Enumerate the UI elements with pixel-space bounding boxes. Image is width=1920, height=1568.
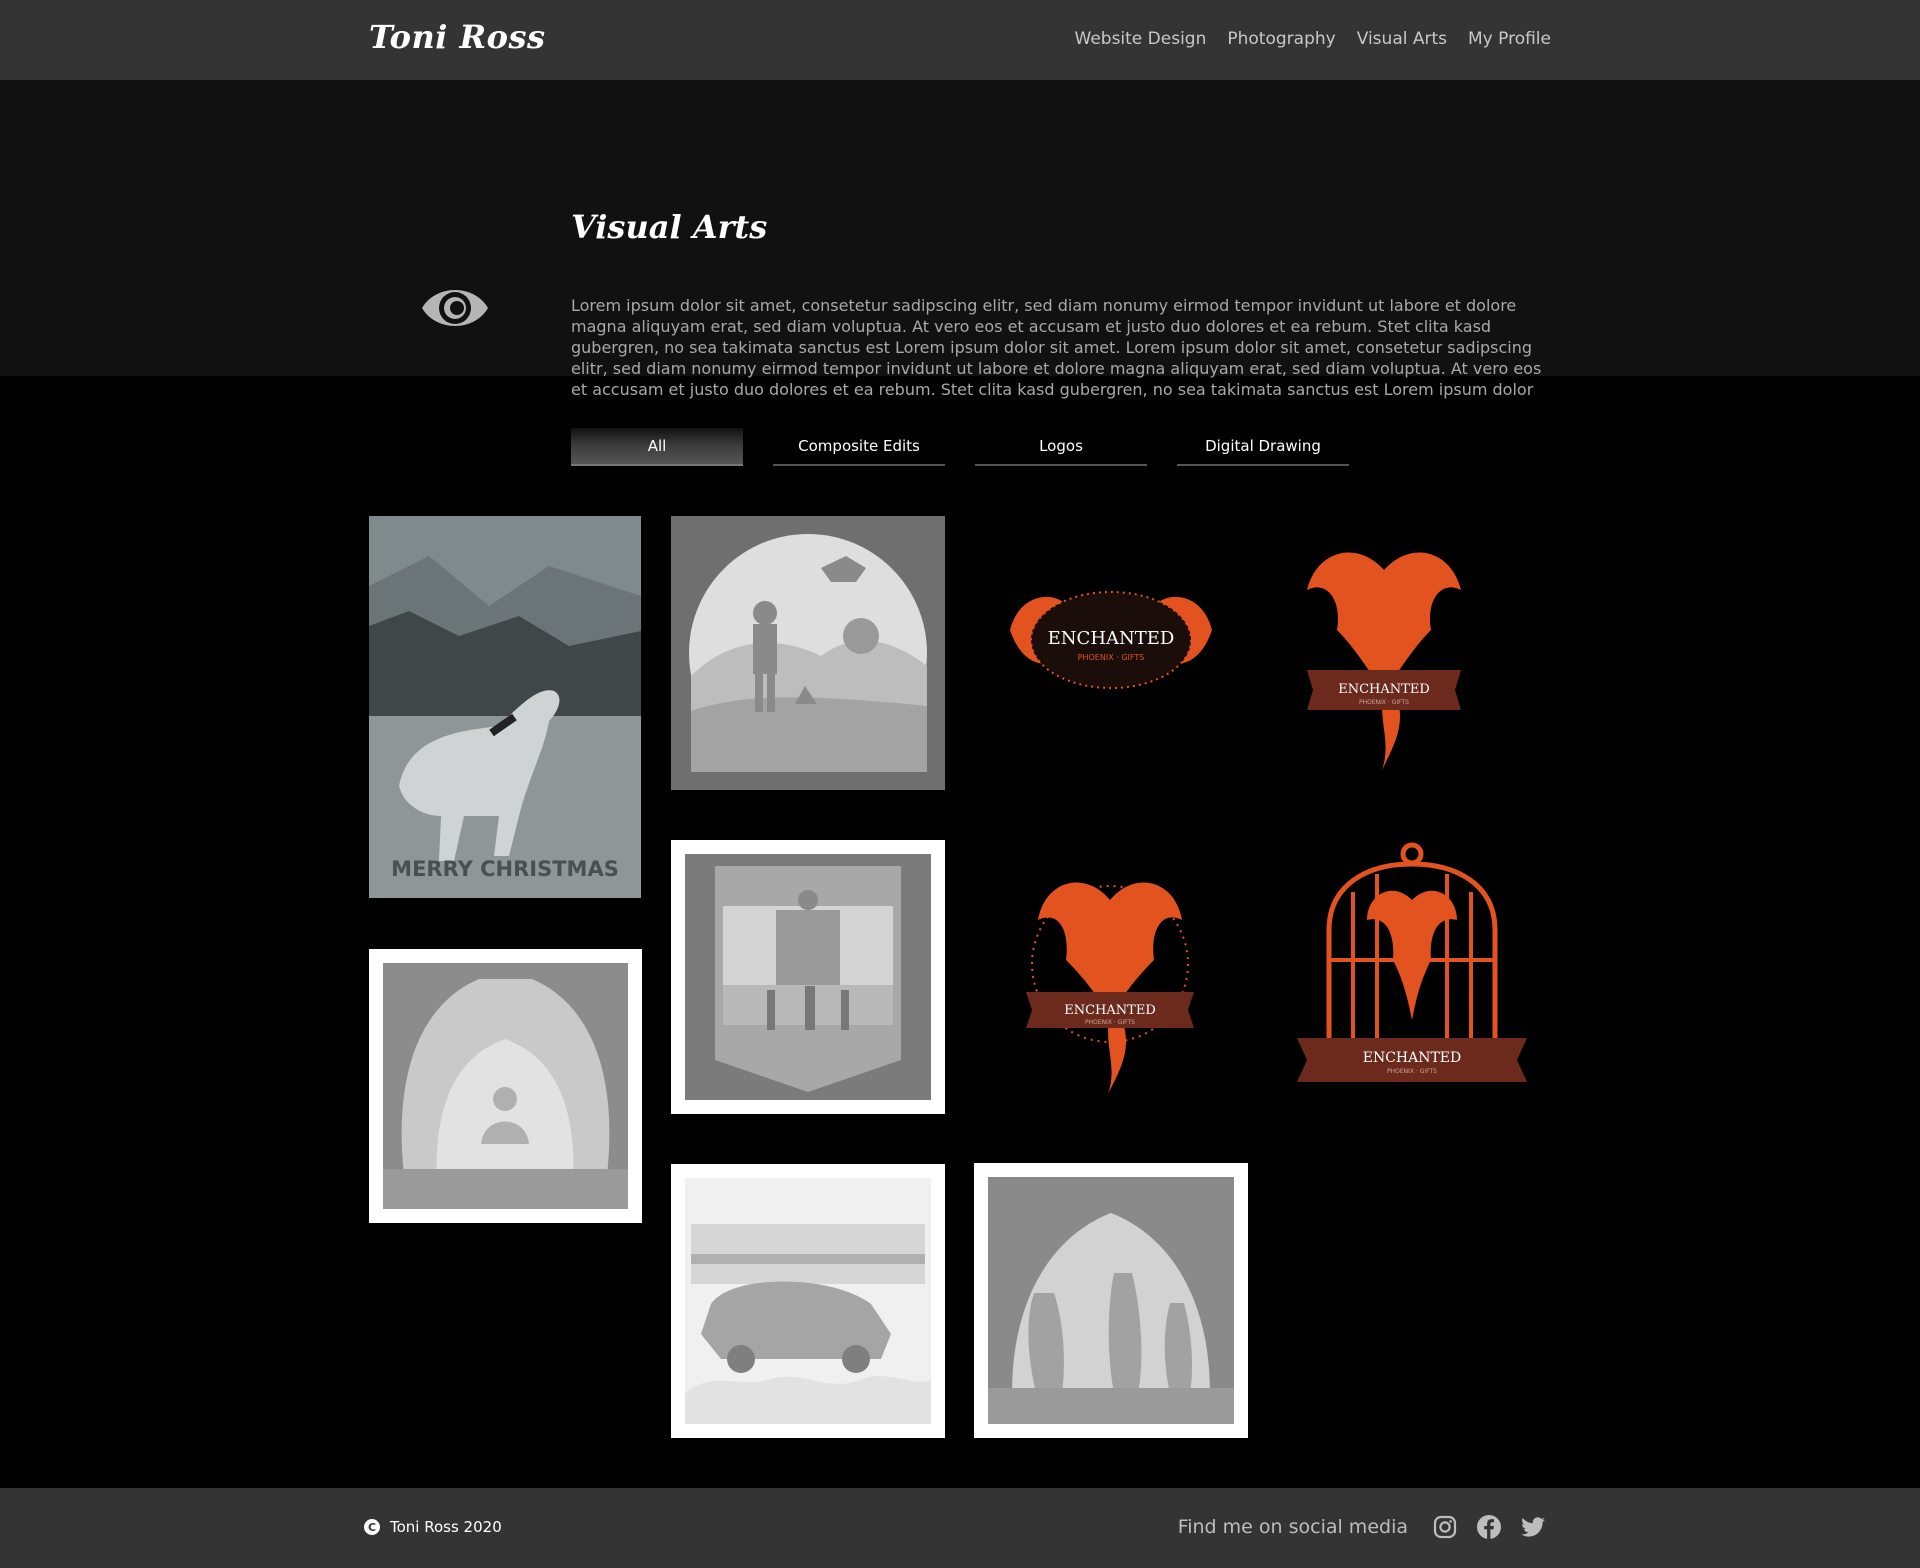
facebook-icon[interactable] <box>1476 1514 1502 1540</box>
eye-icon <box>422 290 488 326</box>
brand-logo[interactable]: Toni Ross <box>369 18 546 56</box>
phoenix-banner-logo: ENCHANTED PHOENIX · GIFTS <box>1307 552 1461 770</box>
page-title: Visual Arts <box>571 208 768 246</box>
logo-subtitle: PHOENIX · GIFTS <box>1078 653 1145 662</box>
logo-subtitle: PHOENIX · GIFTS <box>1085 1019 1135 1026</box>
nav-link-my-profile[interactable]: My Profile <box>1468 29 1551 49</box>
tab-logos[interactable]: Logos <box>975 428 1147 466</box>
logo-wordmark: ENCHANTED <box>1064 1003 1156 1018</box>
copyright-icon: C <box>364 1519 380 1535</box>
gallery-item-stones-forest[interactable] <box>974 1163 1248 1438</box>
christmas-caption: MERRY CHRISTMAS <box>391 857 619 881</box>
gallery-item-phoenix-banner-logo[interactable]: ENCHANTED PHOENIX · GIFTS <box>1297 540 1471 772</box>
main-nav: Website Design Photography Visual Arts M… <box>1075 29 1552 49</box>
tab-digital-drawing[interactable]: Digital Drawing <box>1177 428 1349 466</box>
gallery-item-car-clouds[interactable] <box>671 1164 945 1438</box>
trainer-silhouette-image <box>671 516 945 790</box>
gallery-item-titan-wall[interactable] <box>671 840 945 1114</box>
forest-meditation-image <box>369 949 642 1223</box>
logo-wordmark: ENCHANTED <box>1048 628 1175 649</box>
top-navigation-bar: Toni Ross Website Design Photography Vis… <box>0 0 1920 80</box>
christmas-dog-image: MERRY CHRISTMAS <box>369 516 641 898</box>
gallery-item-birdcage-logo[interactable]: ENCHANTED PHOENIX · GIFTS <box>1297 840 1527 1090</box>
nav-link-website-design[interactable]: Website Design <box>1075 29 1207 49</box>
gallery-item-christmas-dog[interactable]: MERRY CHRISTMAS <box>369 516 641 898</box>
gallery-item-forest-meditation[interactable] <box>369 949 642 1223</box>
intro-section: Visual Arts Lorem ipsum dolor sit amet, … <box>0 80 1920 399</box>
nav-link-visual-arts[interactable]: Visual Arts <box>1357 29 1447 49</box>
intro-paragraph: Lorem ipsum dolor sit amet, consetetur s… <box>571 296 1542 399</box>
social-links: Find me on social media <box>1178 1514 1546 1540</box>
copyright: C Toni Ross 2020 <box>364 1518 502 1536</box>
instagram-icon[interactable] <box>1432 1514 1458 1540</box>
logo-wordmark: ENCHANTED <box>1363 1050 1462 1066</box>
footer: C Toni Ross 2020 Find me on social media <box>0 1488 1920 1568</box>
tab-all[interactable]: All <box>571 428 743 466</box>
nav-link-photography[interactable]: Photography <box>1227 29 1335 49</box>
enchanted-wings-logo: ENCHANTED PHOENIX · GIFTS <box>1010 591 1212 689</box>
phoenix-ring-logo: ENCHANTED PHOENIX · GIFTS <box>1026 882 1194 1094</box>
twitter-icon[interactable] <box>1520 1514 1546 1540</box>
logo-subtitle: PHOENIX · GIFTS <box>1387 1068 1437 1075</box>
copyright-text: Toni Ross 2020 <box>390 1518 502 1536</box>
filter-tabs: All Composite Edits Logos Digital Drawin… <box>571 428 1349 466</box>
logo-subtitle: PHOENIX · GIFTS <box>1359 699 1409 706</box>
social-label: Find me on social media <box>1177 1516 1408 1538</box>
car-clouds-image <box>671 1164 945 1438</box>
logo-wordmark: ENCHANTED <box>1338 682 1430 697</box>
titan-wall-image <box>671 840 945 1114</box>
gallery-item-trainer-circle[interactable] <box>671 516 945 790</box>
gallery-item-phoenix-ring-logo[interactable]: ENCHANTED PHOENIX · GIFTS <box>1010 860 1210 1096</box>
stones-forest-image <box>974 1163 1248 1438</box>
birdcage-logo: ENCHANTED PHOENIX · GIFTS <box>1297 842 1527 1082</box>
tab-composite-edits[interactable]: Composite Edits <box>773 428 945 466</box>
gallery-item-enchanted-wings-logo[interactable]: ENCHANTED PHOENIX · GIFTS <box>1000 570 1222 710</box>
